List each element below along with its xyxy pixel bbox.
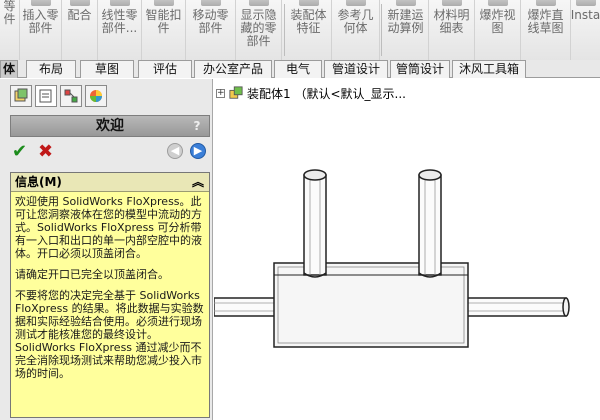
back-arrow-icon[interactable]: ◀ <box>167 143 183 159</box>
graphics-area[interactable]: + 装配体1 （默认<默认_显示... <box>214 79 600 420</box>
show-hidden-label: 显示隐 藏的零 部件 <box>240 8 277 48</box>
appearance-icon <box>90 90 102 102</box>
insert-components-button[interactable]: 插入零 部件 <box>20 0 62 60</box>
bom-label: 材料明 细表 <box>433 8 470 35</box>
tab-label: 布局 <box>38 62 63 76</box>
info-header[interactable]: 信息(M) ︽ <box>11 173 209 192</box>
new-motion-study-button[interactable]: 新建运 动算例 <box>383 0 429 60</box>
next-arrow-icon[interactable]: ▶ <box>190 143 206 159</box>
assembly-features-icon <box>298 0 319 6</box>
assembly-features-button[interactable]: 装配体 特征 <box>286 0 332 60</box>
tab-assembly[interactable]: 体 <box>0 60 18 78</box>
explode-line-sketch-button[interactable]: 爆炸直 线草图 <box>521 0 571 60</box>
tab-label: 评估 <box>152 62 177 76</box>
feature-manager-tab[interactable] <box>10 85 32 107</box>
move-component-label: 移动零 部件 <box>192 8 229 35</box>
smart-fasteners-label: 智能扣 件 <box>145 8 182 35</box>
show-hidden-components-button[interactable]: 显示隐 藏的零 部件 <box>236 0 282 60</box>
insert-components-label: 插入零 部件 <box>22 8 59 35</box>
toolbar-separator <box>381 4 382 56</box>
cancel-x-icon[interactable]: ✖ <box>38 141 53 162</box>
exploded-view-button[interactable]: 爆炸视 图 <box>475 0 521 60</box>
move-component-icon <box>200 0 221 6</box>
tab-label: 体 <box>2 62 15 76</box>
configuration-manager-tab[interactable] <box>60 85 82 107</box>
welcome-title: 欢迎 <box>96 118 124 134</box>
show-hidden-icon <box>248 0 269 6</box>
info-paragraph: 请确定开口已完全以顶盖闭合。 <box>15 268 169 281</box>
help-icon[interactable]: ? <box>189 118 205 134</box>
explode-line-sketch-label: 爆炸直 线草图 <box>527 8 564 35</box>
mate-icon <box>69 0 90 6</box>
info-title: 信息(M) <box>15 175 62 189</box>
tab-electrical[interactable]: 电气 <box>274 60 322 78</box>
collapse-chevron-icon[interactable]: ︽ <box>192 173 204 191</box>
mate-button[interactable]: 配合 <box>62 0 98 60</box>
tab-piping[interactable]: 管道设计 <box>324 60 388 78</box>
info-paragraph: 欢迎使用 SolidWorks FloXpress。此可让您洞察液体在您的模型中… <box>15 195 202 260</box>
display-manager-tab[interactable] <box>85 85 107 107</box>
reference-geometry-button[interactable]: 参考几 何体 <box>332 0 380 60</box>
tab-label: 管道设计 <box>331 62 380 76</box>
tab-office-products[interactable]: 办公室产品 <box>194 60 272 78</box>
info-paragraph: 不要将您的决定完全基于 SolidWorks FloXpress 的结果。将此数… <box>15 289 204 380</box>
welcome-title-bar: 欢迎 ? <box>10 115 210 137</box>
tab-label: 草图 <box>94 62 119 76</box>
exploded-view-icon <box>487 0 508 6</box>
property-manager-panel: 欢迎 ? ✔ ✖ ◀ ▶ 信息(M) ︽ 欢迎使用 SolidWorks Flo… <box>0 79 213 420</box>
new-motion-study-icon <box>395 0 416 6</box>
tab-tubing[interactable]: 管筒设计 <box>390 60 450 78</box>
toolbar-button-0[interactable]: 等 件 <box>0 0 20 60</box>
tab-label: 电气 <box>285 62 310 76</box>
reference-geometry-label: 参考几 何体 <box>337 8 374 35</box>
bill-of-materials-button[interactable]: 材料明 细表 <box>429 0 475 60</box>
toolbar-button-label: 等 件 <box>3 0 16 26</box>
linear-pattern-button[interactable]: 线性零 部件... <box>98 0 142 60</box>
tab-label: 管筒设计 <box>395 62 444 76</box>
property-manager-icon <box>39 89 52 103</box>
linear-pattern-icon <box>109 0 130 6</box>
tab-layout[interactable]: 布局 <box>26 60 76 78</box>
tab-label: 办公室产品 <box>202 62 263 76</box>
property-manager-tab[interactable] <box>35 85 57 107</box>
info-message-box: 信息(M) ︽ 欢迎使用 SolidWorks FloXpress。此可让您洞察… <box>10 172 210 418</box>
new-motion-study-label: 新建运 动算例 <box>387 8 424 35</box>
instant3d-button[interactable]: Insta <box>571 0 600 60</box>
panel-tab-strip <box>10 85 107 107</box>
action-row: ✔ ✖ ◀ ▶ <box>10 141 210 163</box>
smart-fasteners-button[interactable]: 智能扣 件 <box>142 0 186 60</box>
reference-geometry-icon <box>345 0 366 6</box>
instant3d-icon <box>575 0 596 6</box>
feature-tree-icon <box>14 88 28 102</box>
tab-evaluate[interactable]: 评估 <box>138 60 192 78</box>
smart-fasteners-icon <box>153 0 174 6</box>
linear-pattern-label: 线性零 部件... <box>101 8 138 35</box>
move-component-button[interactable]: 移动零 部件 <box>186 0 236 60</box>
tab-label: 沐风工具箱 <box>458 62 519 76</box>
mate-label: 配合 <box>67 8 92 22</box>
tab-mufeng-toolbox[interactable]: 沐风工具箱 <box>452 60 526 78</box>
ok-checkmark-icon[interactable]: ✔ <box>12 141 27 162</box>
bom-icon <box>441 0 462 6</box>
pipe-model-view <box>214 169 570 348</box>
exploded-view-label: 爆炸视 图 <box>479 8 516 35</box>
toolbar-separator <box>284 4 285 56</box>
configuration-icon <box>64 89 78 103</box>
assembly-features-label: 装配体 特征 <box>290 8 327 35</box>
command-manager-toolbar: 等 件 插入零 部件 配合 线性零 部件... 智能扣 件 移动零 部件 显示隐… <box>0 0 600 62</box>
explode-line-sketch-icon <box>535 0 556 6</box>
instant3d-label: Insta <box>570 8 600 22</box>
tab-sketch[interactable]: 草图 <box>80 60 134 78</box>
command-manager-tabs: 体 布局 草图 评估 办公室产品 电气 管道设计 管筒设计 沐风工具箱 <box>0 60 600 78</box>
insert-components-icon <box>30 0 51 6</box>
